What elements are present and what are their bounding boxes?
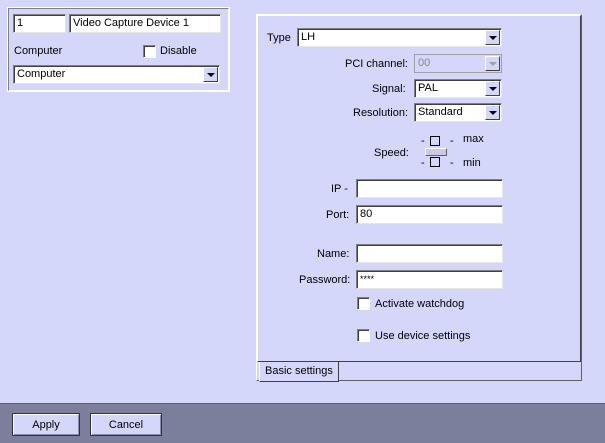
resolution-select[interactable]: Standard — [414, 103, 502, 122]
computer-dropdown-button[interactable] — [203, 67, 218, 82]
watchdog-label: Activate watchdog — [375, 298, 465, 310]
disable-label: Disable — [160, 45, 197, 57]
use-device-settings-checkbox[interactable] — [357, 329, 370, 342]
speed-tick-bottom-left: - — [421, 157, 425, 169]
computer-select-value: Computer — [13, 65, 220, 84]
type-select[interactable]: LH — [297, 28, 502, 47]
type-label: Type — [267, 32, 291, 44]
watchdog-checkbox[interactable] — [357, 297, 370, 310]
name-label: Name: — [317, 248, 350, 260]
port-input[interactable]: 80 — [356, 205, 503, 224]
resolution-label: Resolution: — [353, 107, 409, 119]
speed-tick-top-right: - — [450, 135, 454, 147]
ip-input[interactable] — [356, 179, 503, 198]
pci-channel-select[interactable]: 00 — [414, 54, 502, 73]
name-input[interactable] — [356, 244, 503, 263]
speed-tick-bottom-right: - — [450, 157, 454, 169]
speed-tick-top-left: - — [421, 135, 425, 147]
type-select-value: LH — [297, 28, 502, 47]
ip-label: IP - — [331, 183, 348, 195]
speed-slider[interactable]: - - max - - min — [421, 133, 491, 170]
chevron-down-icon — [488, 110, 497, 115]
port-label: Port: — [326, 209, 350, 221]
resolution-dropdown-button[interactable] — [485, 105, 500, 120]
use-device-settings-label: Use device settings — [375, 330, 471, 342]
pci-channel-label: PCI channel: — [345, 58, 408, 70]
cancel-button[interactable]: Cancel — [90, 413, 162, 436]
password-label: Password: — [299, 274, 351, 286]
device-name-field[interactable]: Video Capture Device 1 — [69, 14, 221, 33]
speed-min-label: min — [463, 157, 481, 169]
pci-channel-dropdown-button[interactable] — [485, 56, 500, 71]
computer-label: Computer — [14, 45, 63, 57]
disable-checkbox[interactable] — [143, 45, 156, 58]
type-dropdown-button[interactable] — [485, 30, 500, 45]
apply-button[interactable]: Apply — [12, 413, 80, 436]
bottom-bar: Apply Cancel — [0, 403, 605, 443]
speed-label: Speed: — [374, 147, 409, 159]
password-input[interactable]: **** — [356, 270, 503, 289]
tab-basic-settings-label: Basic settings — [265, 365, 333, 377]
computer-select[interactable]: Computer — [13, 65, 220, 84]
chevron-down-icon — [488, 35, 497, 40]
signal-select[interactable]: PAL — [414, 79, 502, 98]
tab-basic-settings[interactable]: Basic settings — [259, 362, 339, 382]
speed-max-mark — [430, 136, 440, 146]
signal-label: Signal: — [372, 83, 406, 95]
chevron-down-icon — [488, 61, 497, 66]
speed-max-label: max — [463, 133, 484, 145]
speed-slider-thumb[interactable] — [425, 148, 447, 156]
signal-dropdown-button[interactable] — [485, 81, 500, 96]
chevron-down-icon — [488, 86, 497, 91]
speed-min-mark — [430, 157, 440, 167]
chevron-down-icon — [206, 72, 215, 77]
device-id-field[interactable]: 1 — [13, 14, 66, 33]
